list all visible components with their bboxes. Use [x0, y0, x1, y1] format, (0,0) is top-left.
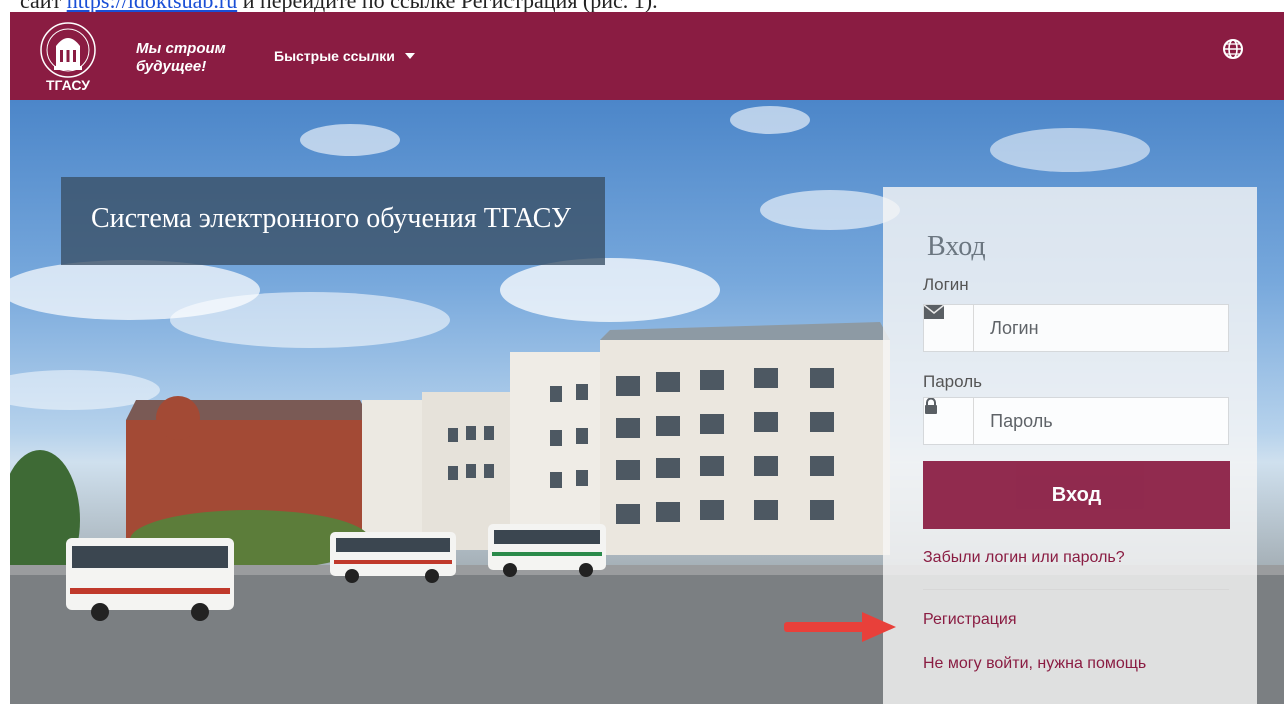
username-input[interactable]	[974, 316, 1228, 340]
doc-text-prefix: сайт	[20, 0, 67, 12]
forgot-password-link[interactable]: Забыли логин или пароль?	[923, 549, 1125, 567]
document-text-strip: сайт https://idoktsuab.ru и перейдите по…	[0, 0, 1284, 12]
hero-background: Система электронного обучения ТГАСУ Вход…	[10, 100, 1284, 704]
password-input[interactable]	[974, 409, 1228, 433]
login-button[interactable]: Вход	[923, 461, 1230, 529]
password-label: Пароль	[923, 372, 982, 391]
document-line: сайт https://idoktsuab.ru и перейдите по…	[20, 0, 658, 12]
register-link[interactable]: Регистрация	[923, 611, 1017, 629]
username-field[interactable]	[923, 304, 1229, 352]
site-title: Система электронного обучения ТГАСУ	[91, 203, 571, 234]
site-title-banner: Система электронного обучения ТГАСУ	[61, 177, 605, 265]
annotation-arrow-icon	[784, 612, 896, 642]
top-navbar: ТГАСУ Мы строим будущее! Быстрые ссылки	[10, 12, 1284, 100]
tgasu-logo[interactable]: ТГАСУ	[34, 20, 102, 96]
username-label: Логин	[923, 275, 969, 294]
slogan-line-2: будущее!	[136, 58, 207, 75]
logo-text: ТГАСУ	[46, 77, 90, 93]
login-heading: Вход	[927, 231, 986, 262]
quick-links-label: Быстрые ссылки	[274, 48, 395, 64]
password-field[interactable]	[923, 397, 1229, 445]
language-globe-icon[interactable]	[1222, 38, 1244, 60]
slogan-line-1: Мы строим	[136, 40, 226, 57]
help-link[interactable]: Не могу войти, нужна помощь	[923, 655, 1146, 673]
doc-text-suffix: и перейдите по ссылке Регистрация (рис. …	[237, 0, 658, 12]
logo-emblem-icon: ТГАСУ	[40, 22, 96, 93]
envelope-icon	[924, 305, 975, 351]
doc-link[interactable]: https://idoktsuab.ru	[67, 0, 238, 12]
slogan: Мы строим будущее!	[136, 40, 226, 76]
lock-icon	[924, 398, 975, 444]
caret-down-icon	[404, 53, 415, 59]
quick-links-dropdown[interactable]: Быстрые ссылки	[274, 48, 415, 64]
login-divider	[923, 589, 1229, 590]
login-panel: Вход Логин Пароль Вход Забыли логин или …	[883, 187, 1257, 704]
